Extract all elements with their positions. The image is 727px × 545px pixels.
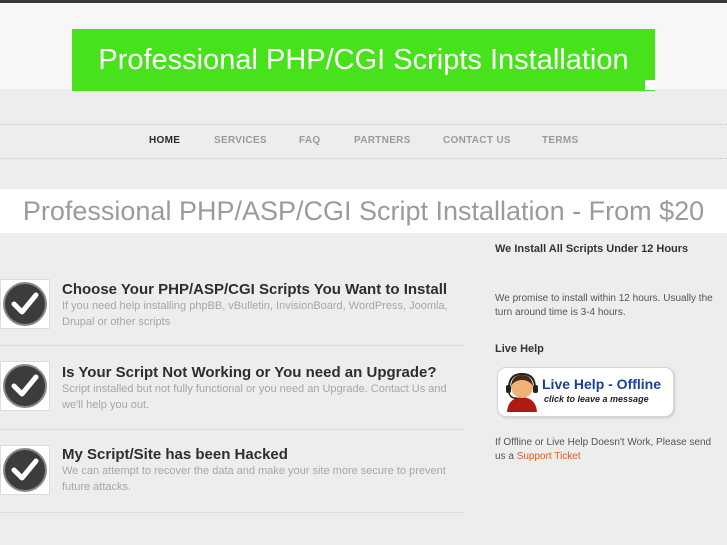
- feature-title: My Script/Site has been Hacked: [62, 446, 288, 463]
- install-heading: We Install All Scripts Under 12 Hours: [495, 243, 689, 255]
- support-ticket-link[interactable]: Support Ticket: [517, 451, 581, 462]
- nav-partners[interactable]: PARTNERS: [354, 135, 411, 146]
- divider: [0, 429, 463, 430]
- checkmark-circle-icon: [0, 361, 50, 411]
- checkmark-circle-icon: [0, 445, 50, 495]
- checkmark-circle-icon: [0, 279, 50, 329]
- live-help-status: Live Help - Offline: [542, 376, 662, 392]
- nav-terms[interactable]: TERMS: [542, 135, 579, 146]
- feature-title: Is Your Script Not Working or You need a…: [62, 364, 437, 381]
- install-text: We promise to install within 12 hours. U…: [495, 293, 713, 318]
- feature-title: Choose Your PHP/ASP/CGI Scripts You Want…: [62, 281, 448, 298]
- live-help-subtitle: click to leave a message: [544, 394, 649, 404]
- livehelp-heading: Live Help: [495, 343, 544, 355]
- feature-description: Script installed but not fully functiona…: [62, 383, 447, 411]
- nav-contact-us[interactable]: CONTACT US: [443, 135, 511, 146]
- page-tagline: Professional PHP/ASP/CGI Script Installa…: [22, 196, 705, 226]
- nav-faq[interactable]: FAQ: [299, 135, 320, 146]
- live-help-button[interactable]: Live Help - Offline click to leave a mes…: [497, 367, 674, 417]
- site-banner-title[interactable]: Professional PHP/CGI Scripts Installatio…: [72, 29, 655, 91]
- nav-services[interactable]: SERVICES: [214, 135, 267, 146]
- banner-notch: [645, 80, 655, 90]
- divider: [0, 512, 463, 513]
- feature-description: We can attempt to recover the data and m…: [62, 465, 446, 493]
- offline-note: If Offline or Live Help Doesn't Work, Pl…: [495, 436, 720, 464]
- nav-home[interactable]: HOME: [149, 135, 180, 146]
- support-agent-icon: [506, 372, 538, 412]
- divider: [0, 345, 463, 346]
- feature-description: If you need help installing phpBB, vBull…: [62, 300, 448, 328]
